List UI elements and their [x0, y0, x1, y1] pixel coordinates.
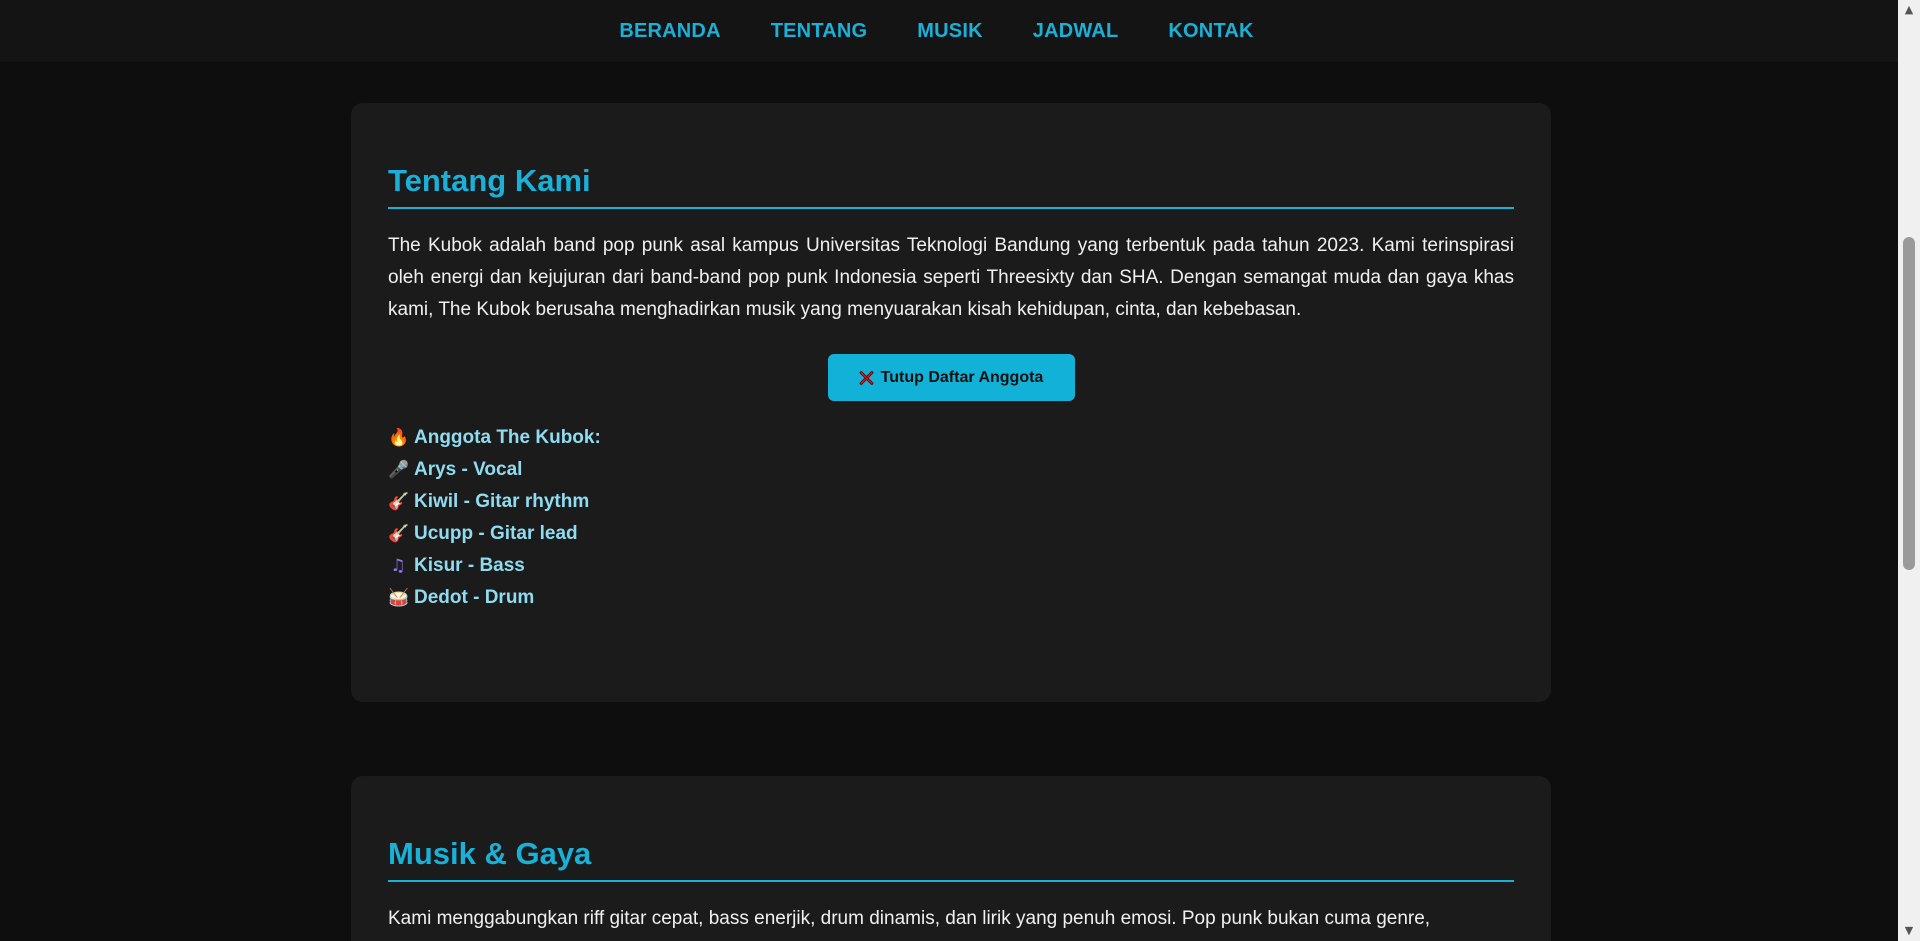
microphone-icon: 🎤: [388, 460, 410, 480]
x-icon: [859, 371, 873, 385]
member-text: Dedot - Drum: [414, 587, 535, 608]
members-list: 🔥 Anggota The Kubok: 🎤 Arys - Vocal 🎸 Ki…: [388, 422, 1514, 614]
nav-link-tentang[interactable]: TENTANG: [746, 20, 893, 43]
scroll-up-arrow-icon[interactable]: ▲: [1898, 0, 1920, 20]
music-title: Musik & Gaya: [388, 836, 1514, 882]
members-heading: 🔥 Anggota The Kubok:: [388, 422, 1514, 454]
member-text: Arys - Vocal: [414, 459, 523, 480]
member-text: Ucupp - Gitar lead: [414, 523, 578, 544]
top-navigation: BERANDA TENTANG MUSIK JADWAL KONTAK: [0, 0, 1898, 62]
scroll-down-arrow-icon[interactable]: ▼: [1898, 921, 1920, 941]
music-section: Musik & Gaya Kami menggabungkan riff git…: [351, 776, 1551, 941]
toggle-button-wrapper: Tutup Daftar Anggota: [388, 354, 1514, 401]
page-viewport: BERANDA TENTANG MUSIK JADWAL KONTAK Tent…: [0, 0, 1920, 941]
scrollbar-thumb[interactable]: [1903, 237, 1915, 570]
member-text: Kiwil - Gitar rhythm: [414, 491, 590, 512]
member-text: Kisur - Bass: [414, 555, 525, 576]
music-paragraph: Kami menggabungkan riff gitar cepat, bas…: [388, 908, 1431, 929]
music-note-icon: ♫: [390, 556, 406, 576]
guitar-icon: 🎸: [388, 492, 410, 512]
nav-link-jadwal[interactable]: JADWAL: [1008, 20, 1144, 43]
fire-icon: 🔥: [388, 428, 410, 448]
member-item: 🎸 Kiwil - Gitar rhythm: [388, 486, 1514, 518]
nav-link-musik[interactable]: MUSIK: [892, 20, 1007, 43]
about-title: Tentang Kami: [388, 163, 1514, 209]
member-item: 🎤 Arys - Vocal: [388, 454, 1514, 486]
member-item: ♫ Kisur - Bass: [388, 550, 1514, 582]
member-item: 🥁 Dedot - Drum: [388, 582, 1514, 614]
nav-link-kontak[interactable]: KONTAK: [1143, 20, 1278, 43]
guitar-icon: 🎸: [388, 524, 410, 544]
drum-icon: 🥁: [388, 588, 410, 608]
close-members-button-label: Tutup Daftar Anggota: [880, 368, 1044, 386]
member-item: 🎸 Ucupp - Gitar lead: [388, 518, 1514, 550]
vertical-scrollbar[interactable]: ▲ ▼: [1898, 0, 1920, 941]
about-paragraph: The Kubok adalah band pop punk asal kamp…: [388, 235, 1514, 320]
close-members-button[interactable]: Tutup Daftar Anggota: [827, 354, 1075, 401]
about-section: Tentang Kami The Kubok adalah band pop p…: [351, 103, 1551, 702]
members-heading-text: Anggota The Kubok:: [414, 427, 601, 448]
nav-link-beranda[interactable]: BERANDA: [619, 20, 745, 43]
